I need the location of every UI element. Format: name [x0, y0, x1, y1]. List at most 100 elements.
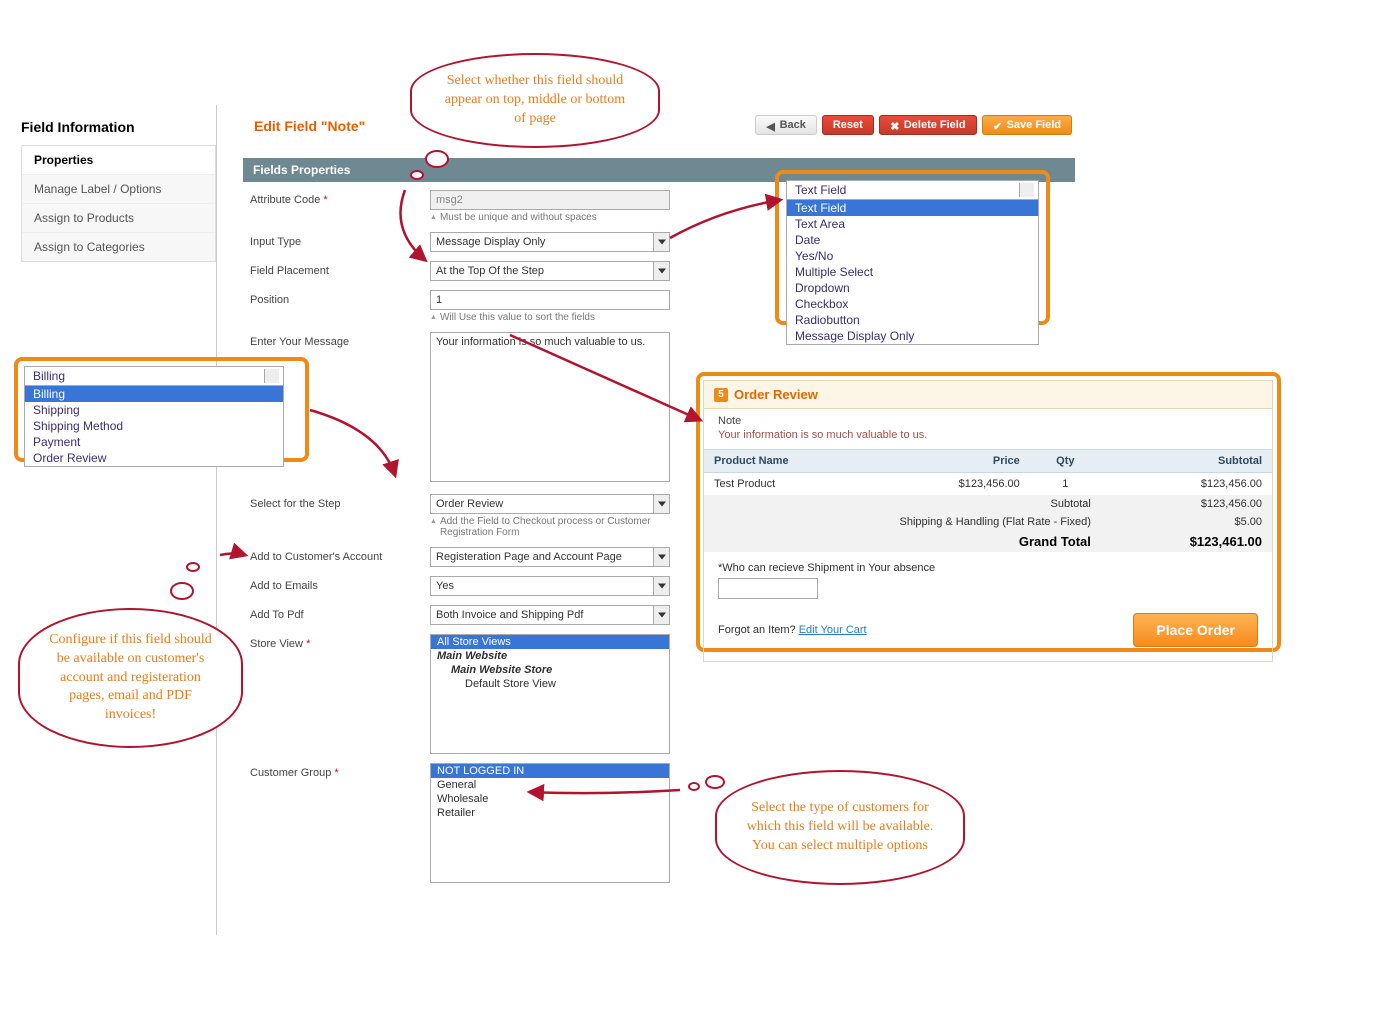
input-type-option[interactable]: Multiple Select [787, 264, 1038, 280]
select-step-select[interactable] [430, 494, 670, 514]
table-row: Test Product $123,456.00 1 $123,456.00 [704, 473, 1272, 496]
position-input[interactable] [430, 290, 670, 310]
delete-label: Delete Field [904, 119, 966, 131]
sidebar-item-products[interactable]: Assign to Products [22, 204, 215, 233]
col-qty: Qty [1030, 450, 1101, 473]
back-icon: ◀ [766, 120, 776, 130]
store-view-label: Store View * [250, 634, 430, 650]
sidebar-item-categories[interactable]: Assign to Categories [22, 233, 215, 261]
cell-qty: 1 [1030, 473, 1101, 496]
edit-cart-link[interactable]: Edit Your Cart [799, 624, 867, 636]
check-icon: ✔ [993, 120, 1003, 130]
step-number-icon: 5 [714, 388, 728, 402]
add-pdf-select[interactable] [430, 605, 670, 625]
customer-group-option[interactable]: General [431, 778, 669, 792]
add-account-select[interactable] [430, 547, 670, 567]
back-button[interactable]: ◀ Back [755, 115, 817, 135]
input-type-label: Input Type [250, 232, 430, 248]
grandtotal-label: Grand Total [704, 531, 1101, 552]
message-label: Enter Your Message [250, 332, 430, 348]
save-button[interactable]: ✔ Save Field [982, 115, 1072, 135]
input-type-option[interactable]: Message Display Only [787, 328, 1038, 344]
toolbar: ◀ Back Reset ✖ Delete Field ✔ Save Field [755, 115, 1072, 135]
step-popup: Billing Billing Shipping Shipping Method… [24, 366, 284, 467]
order-review-header: 5Order Review [704, 381, 1272, 409]
message-textarea[interactable]: Your information is so much valuable to … [430, 332, 670, 482]
input-type-option[interactable]: Yes/No [787, 248, 1038, 264]
forgot-item: Forgot an Item? Edit Your Cart [718, 624, 867, 636]
place-order-button[interactable]: Place Order [1133, 613, 1258, 647]
order-note-label: Note [704, 409, 1272, 429]
field-placement-label: Field Placement [250, 261, 430, 277]
store-view-multiselect[interactable]: All Store Views Main Website Main Websit… [430, 634, 670, 754]
delete-icon: ✖ [890, 120, 900, 130]
delete-button[interactable]: ✖ Delete Field [879, 115, 977, 135]
attribute-code-label: Attribute Code * [250, 190, 430, 206]
back-label: Back [780, 119, 806, 131]
callout-account: Configure if this field should be availa… [18, 608, 243, 748]
store-view-option[interactable]: Main Website [431, 649, 669, 663]
page-title: Edit Field "Note" [254, 118, 365, 134]
step-option[interactable]: Shipping [25, 402, 283, 418]
store-view-option[interactable]: Main Website Store [431, 663, 669, 677]
customer-group-multiselect[interactable]: NOT LOGGED IN General Wholesale Retailer [430, 763, 670, 883]
add-account-label: Add to Customer's Account [250, 547, 430, 563]
attribute-code-input[interactable] [430, 190, 670, 210]
form: Attribute Code * Must be unique and with… [250, 190, 680, 892]
position-hint: Will Use this value to sort the fields [430, 312, 680, 323]
input-type-option[interactable]: Checkbox [787, 296, 1038, 312]
sidebar-title: Field Information [21, 115, 216, 145]
sidebar: Field Information Properties Manage Labe… [21, 115, 216, 262]
input-type-option[interactable]: Text Area [787, 216, 1038, 232]
customer-group-option[interactable]: Wholesale [431, 792, 669, 806]
add-emails-select[interactable] [430, 576, 670, 596]
cell-name: Test Product [704, 473, 879, 496]
input-type-popup-head[interactable]: Text Field [787, 181, 1038, 200]
subtotal-label: Subtotal [704, 495, 1101, 513]
order-question: *Who can recieve Shipment in Your absenc… [704, 552, 1272, 603]
save-label: Save Field [1007, 119, 1061, 131]
order-question-input[interactable] [718, 578, 818, 599]
input-type-option[interactable]: Date [787, 232, 1038, 248]
add-pdf-label: Add To Pdf [250, 605, 430, 621]
step-option[interactable]: Order Review [25, 450, 283, 466]
reset-label: Reset [833, 119, 863, 131]
select-step-label: Select for the Step [250, 494, 430, 510]
col-subtotal: Subtotal [1101, 450, 1272, 473]
customer-group-option[interactable]: NOT LOGGED IN [431, 764, 669, 778]
sidebar-item-labels[interactable]: Manage Label / Options [22, 175, 215, 204]
callout-group: Select the type of customers for which t… [715, 770, 965, 885]
sidebar-nav: Properties Manage Label / Options Assign… [21, 145, 216, 262]
input-type-option[interactable]: Text Field [787, 200, 1038, 216]
store-view-option[interactable]: Default Store View [431, 677, 669, 691]
step-popup-head[interactable]: Billing [25, 367, 283, 386]
sidebar-divider [216, 105, 217, 935]
store-view-option[interactable]: All Store Views [431, 635, 669, 649]
shipping-value: $5.00 [1101, 513, 1272, 531]
input-type-option[interactable]: Radiobutton [787, 312, 1038, 328]
shipping-label: Shipping & Handling (Flat Rate - Fixed) [704, 513, 1101, 531]
cell-price: $123,456.00 [879, 473, 1029, 496]
customer-group-label: Customer Group * [250, 763, 430, 779]
step-option[interactable]: Billing [25, 386, 283, 402]
callout-placement: Select whether this field should appear … [410, 53, 660, 148]
input-type-popup: Text Field Text Field Text Area Date Yes… [786, 180, 1039, 345]
input-type-option[interactable]: Dropdown [787, 280, 1038, 296]
step-option[interactable]: Payment [25, 434, 283, 450]
input-type-select[interactable] [430, 232, 670, 252]
sidebar-item-properties[interactable]: Properties [22, 146, 215, 175]
grandtotal-value: $123,461.00 [1101, 531, 1272, 552]
step-option[interactable]: Shipping Method [25, 418, 283, 434]
select-step-hint: Add the Field to Checkout process or Cus… [430, 516, 680, 538]
order-note-text: Your information is so much valuable to … [704, 429, 1272, 449]
col-name: Product Name [704, 450, 879, 473]
customer-group-option[interactable]: Retailer [431, 806, 669, 820]
reset-button[interactable]: Reset [822, 115, 874, 135]
field-placement-select[interactable] [430, 261, 670, 281]
col-price: Price [879, 450, 1029, 473]
subtotal-value: $123,456.00 [1101, 495, 1272, 513]
add-emails-label: Add to Emails [250, 576, 430, 592]
cell-subtotal: $123,456.00 [1101, 473, 1272, 496]
position-label: Position [250, 290, 430, 306]
order-table: Product Name Price Qty Subtotal Test Pro… [704, 449, 1272, 552]
